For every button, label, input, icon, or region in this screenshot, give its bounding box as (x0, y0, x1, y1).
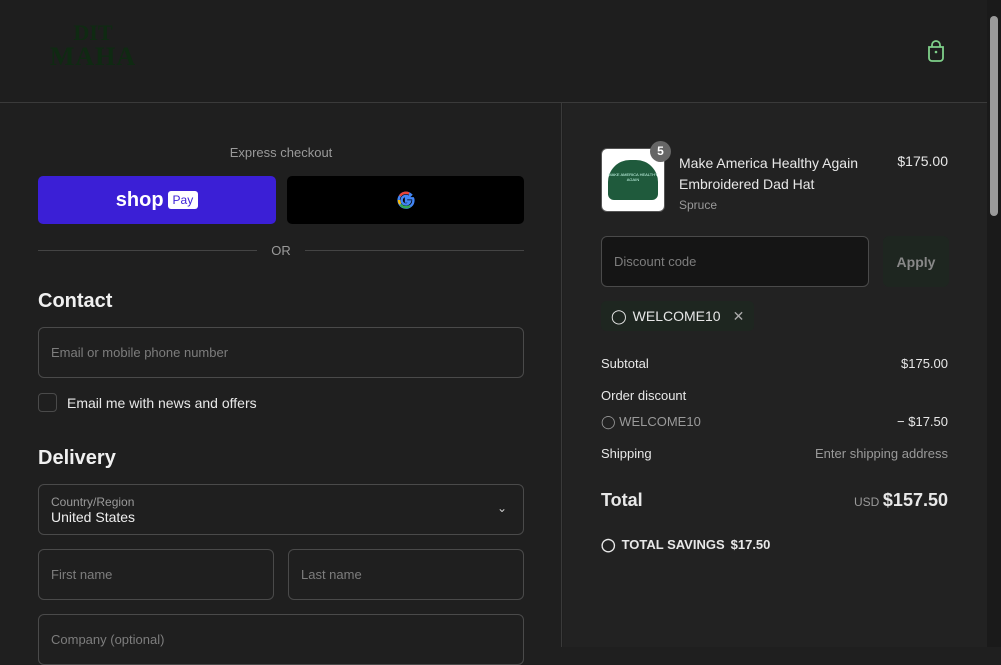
header: DIT MAHA (0, 0, 987, 103)
google-icon (396, 191, 415, 209)
cart-bag-icon[interactable] (926, 40, 946, 62)
product-title: Make America Healthy Again Embroidered Da… (679, 155, 858, 192)
product-price: $175.00 (897, 153, 948, 169)
discount-code-input[interactable]: Discount code (601, 236, 869, 287)
express-checkout-title: Express checkout (229, 145, 333, 160)
google-pay-button[interactable] (287, 176, 524, 224)
email-input[interactable]: Email or mobile phone number (38, 327, 524, 378)
last-name-input[interactable]: Last name (288, 549, 524, 600)
scrollbar-thumb[interactable] (990, 16, 998, 216)
discount-amount: − $17.50 (897, 414, 948, 429)
order-discount-label: Order discount (601, 388, 687, 403)
tag-icon: ◯ (601, 414, 620, 429)
applied-discount-tag: ◯ WELCOME10 ✕ (601, 301, 755, 331)
shipping-label: Shipping (601, 446, 652, 461)
subtotal-label: Subtotal (601, 356, 649, 371)
total-value: $157.50 (882, 490, 948, 510)
shipping-value: Enter shipping address (815, 446, 948, 461)
total-label: Total (601, 490, 643, 510)
chevron-down-icon: ⌄ (496, 501, 507, 515)
delivery-heading: Delivery (38, 447, 116, 469)
apply-button[interactable]: Apply (883, 236, 949, 287)
tag-icon: ◯ (611, 307, 627, 324)
first-name-input[interactable]: First name (38, 549, 274, 600)
or-divider: OR (38, 243, 524, 258)
tag-icon: ◯ (601, 537, 616, 552)
scrollbar[interactable] (987, 0, 1001, 647)
currency: USD (853, 495, 880, 509)
order-summary: MAKE AMERICA HEALTHY AGAIN 5 Make Americ… (563, 103, 987, 647)
discount-code-label: ◯ WELCOME10 (601, 414, 701, 429)
checkout-form: Express checkout shop Pay OR Contact Ema… (0, 103, 562, 665)
company-input[interactable]: Company (optional) (38, 614, 524, 665)
newsletter-label: Email me with news and offers (67, 395, 257, 411)
subtotal-value: $175.00 (901, 356, 948, 371)
country-select[interactable]: Country/Region United States ⌄ (38, 484, 524, 535)
savings-label: TOTAL SAVINGS (621, 537, 725, 552)
shop-pay-button[interactable]: shop Pay (38, 176, 276, 224)
quantity-badge: 5 (650, 141, 671, 162)
savings-value: $17.50 (730, 537, 771, 552)
product-variant: Spruce (679, 198, 718, 212)
store-logo[interactable]: DIT MAHA (38, 22, 148, 82)
contact-heading: Contact (38, 290, 113, 312)
remove-discount-icon[interactable]: ✕ (733, 308, 745, 325)
newsletter-checkbox[interactable] (38, 393, 57, 412)
